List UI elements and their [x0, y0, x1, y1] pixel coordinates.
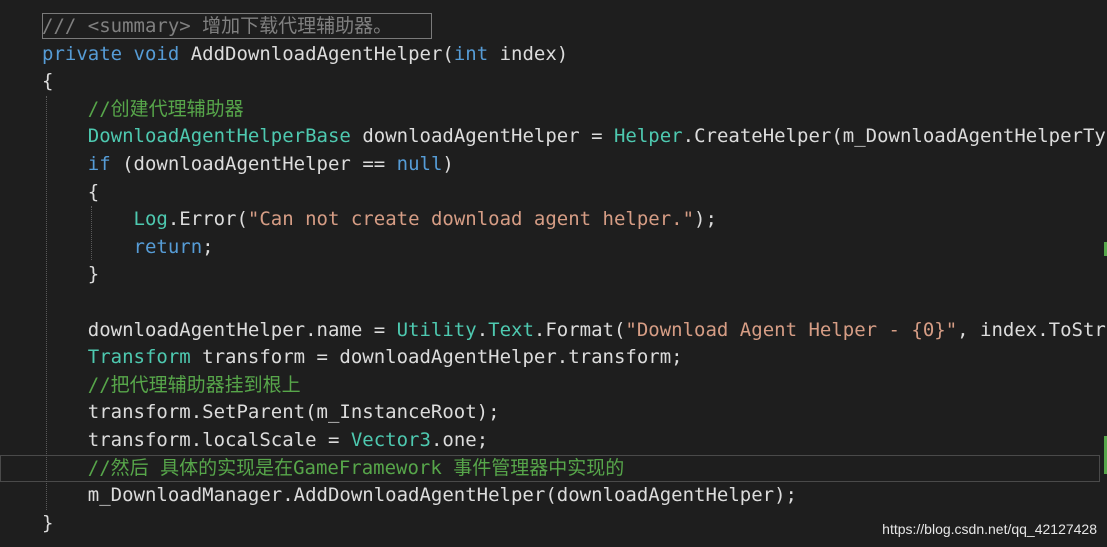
- code-line[interactable]: [0, 289, 1107, 316]
- code-token: "Download Agent Helper - {0}": [625, 318, 958, 341]
- code-token: Log: [133, 208, 168, 231]
- code-token: .one;: [430, 429, 489, 451]
- code-token: private: [42, 42, 123, 65]
- code-token: void: [133, 42, 180, 65]
- code-token: .Format(: [533, 318, 626, 341]
- code-token: , index.ToStrin: [957, 318, 1107, 341]
- code-token: .CreateHelper(m_DownloadAgentHelperType: [682, 125, 1107, 148]
- code-editor[interactable]: /// <summary> 增加下载代理辅助器。 private void Add…: [0, 0, 1107, 547]
- code-token: //然后 具体的实现是在GameFramework 事件管理器中实现的: [42, 456, 625, 479]
- code-line[interactable]: //创建代理辅助器: [0, 96, 1107, 123]
- code-line[interactable]: return;: [0, 234, 1107, 261]
- code-line[interactable]: Transform transform = downloadAgentHelpe…: [0, 344, 1107, 371]
- code-token: ;: [202, 235, 214, 258]
- code-token: return: [133, 235, 203, 258]
- code-token: {: [42, 180, 100, 203]
- code-token: int: [453, 42, 489, 65]
- code-token: Text: [488, 318, 534, 341]
- code-token: //创建代理辅助器: [42, 97, 244, 120]
- code-line[interactable]: {: [0, 68, 1107, 95]
- code-token: {: [42, 70, 54, 93]
- code-token: m_DownloadManager.AddDownloadAgentHelper…: [42, 484, 797, 507]
- code-line[interactable]: }: [0, 261, 1107, 288]
- code-line[interactable]: DownloadAgentHelperBase downloadAgentHel…: [0, 123, 1107, 150]
- code-token: (downloadAgentHelper ==: [110, 153, 397, 175]
- code-token: index): [488, 42, 569, 65]
- code-token: "Can not create download agent helper.": [247, 208, 695, 231]
- code-token: null: [396, 153, 443, 175]
- code-token: Vector3: [350, 429, 431, 451]
- code-line[interactable]: transform.SetParent(m_InstanceRoot);: [0, 399, 1107, 426]
- code-line[interactable]: private void AddDownloadAgentHelper(int …: [0, 41, 1107, 68]
- code-token: AddDownloadAgentHelper(: [179, 42, 454, 65]
- code-token: Transform: [87, 346, 191, 369]
- code-line[interactable]: {: [0, 179, 1107, 206]
- code-token: transform.localScale =: [42, 429, 351, 451]
- code-token: }: [42, 511, 54, 534]
- code-line[interactable]: //然后 具体的实现是在GameFramework 事件管理器中实现的: [0, 455, 1107, 482]
- code-token: transform = downloadAgentHelper.transfor…: [190, 346, 683, 369]
- code-token: downloadAgentHelper.name =: [42, 318, 397, 341]
- code-token: //把代理辅助器挂到根上: [42, 373, 301, 396]
- code-token: Helper: [613, 125, 683, 148]
- code-line[interactable]: Log.Error("Can not create download agent…: [0, 206, 1107, 233]
- code-token: .: [476, 318, 489, 341]
- code-token: Utility: [396, 318, 477, 341]
- code-token: DownloadAgentHelperBase: [87, 125, 351, 148]
- code-token: }: [42, 263, 100, 286]
- code-token: );: [694, 208, 717, 231]
- watermark-text: https://blog.csdn.net/qq_42127428: [882, 521, 1097, 537]
- code-token: .Error(: [167, 208, 248, 231]
- code-line[interactable]: transform.localScale = Vector3.one;: [0, 427, 1107, 454]
- code-line[interactable]: if (downloadAgentHelper == null): [0, 151, 1107, 178]
- code-token: ): [442, 153, 454, 175]
- code-token: downloadAgentHelper =: [350, 125, 614, 148]
- code-line[interactable]: /// <summary> 增加下载代理辅助器。: [0, 13, 1107, 40]
- code-line[interactable]: //把代理辅助器挂到根上: [0, 372, 1107, 399]
- code-token: if: [87, 153, 111, 175]
- code-token: transform.SetParent(m_InstanceRoot);: [42, 401, 500, 424]
- code-token: /// <summary> 增加下载代理辅助器。: [42, 15, 393, 37]
- code-line[interactable]: downloadAgentHelper.name = Utility.Text.…: [0, 317, 1107, 344]
- code-line[interactable]: m_DownloadManager.AddDownloadAgentHelper…: [0, 482, 1107, 509]
